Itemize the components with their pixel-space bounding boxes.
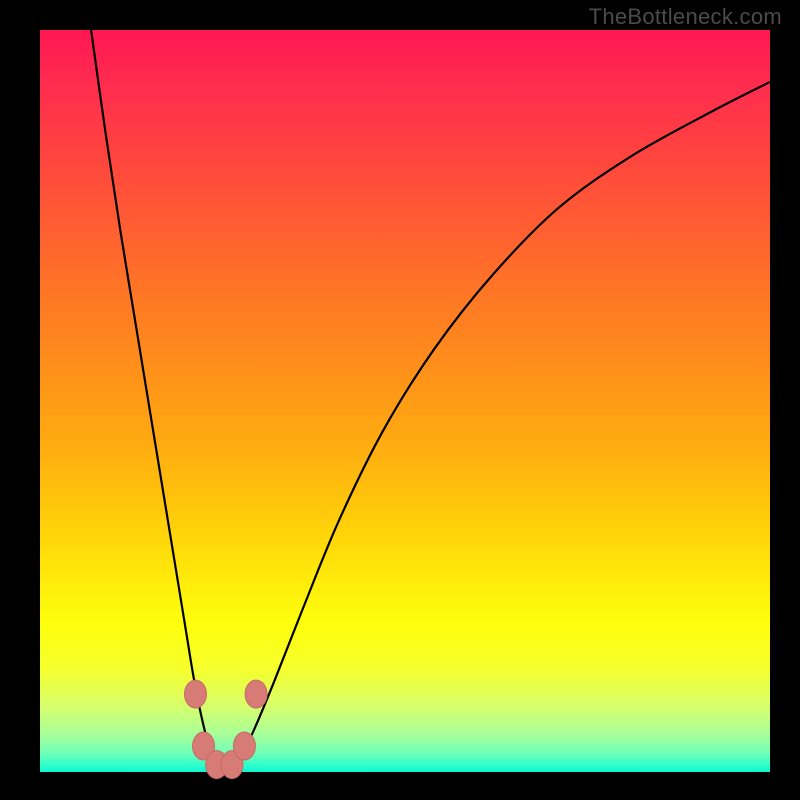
chart-frame: TheBottleneck.com <box>0 0 800 800</box>
curve-layer <box>40 30 770 772</box>
watermark-text: TheBottleneck.com <box>589 4 782 30</box>
curve-marker <box>245 680 267 708</box>
curve-marker <box>184 680 206 708</box>
curve-marker <box>233 732 255 760</box>
bottleneck-curve <box>91 30 770 769</box>
plot-area <box>40 30 770 772</box>
